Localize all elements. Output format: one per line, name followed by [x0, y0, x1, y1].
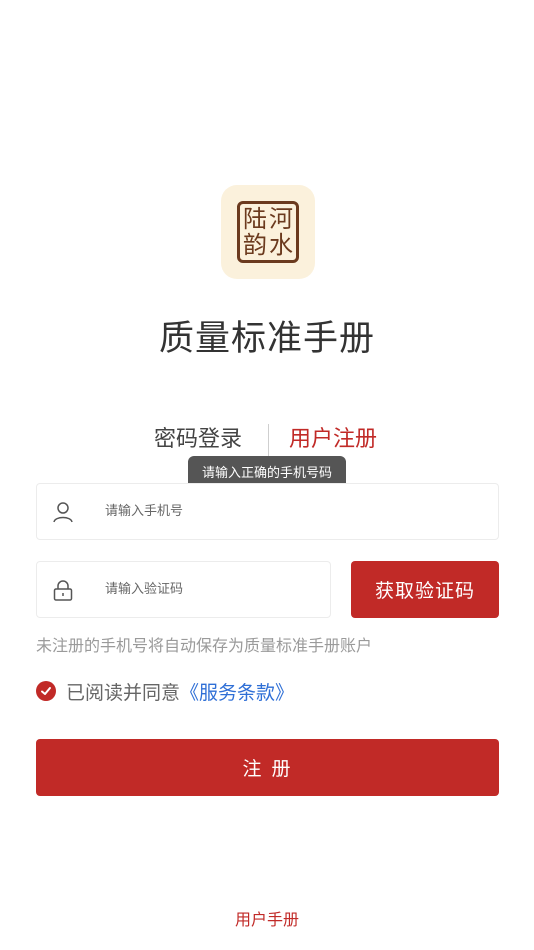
code-input[interactable]: [105, 562, 318, 617]
user-manual-link[interactable]: 用户手册: [0, 906, 534, 930]
seal-char: 陆: [243, 205, 267, 233]
phone-input[interactable]: [105, 484, 486, 539]
seal-char: 河: [269, 205, 293, 233]
seal-char: 韵: [243, 231, 267, 259]
code-field: [36, 561, 331, 618]
app-logo: 陆 河 韵 水: [221, 185, 315, 279]
lock-icon: [53, 580, 73, 601]
agreement-checkbox[interactable]: [36, 681, 56, 701]
tab-register[interactable]: 用户注册: [289, 422, 377, 458]
seal-char: 水: [269, 231, 293, 259]
app-title: 质量标准手册: [158, 319, 375, 359]
register-hint: 未注册的手机号将自动保存为质量标准手册账户: [36, 636, 373, 655]
user-icon: [53, 502, 73, 523]
login-tabs: 密码登录 用户注册: [0, 422, 534, 458]
register-button[interactable]: 注 册: [36, 739, 499, 796]
tab-divider: [268, 424, 269, 456]
agreement-row: 已阅读并同意 《服务条款》: [36, 676, 294, 706]
phone-field: [36, 483, 499, 540]
get-code-button[interactable]: 获取验证码: [351, 561, 499, 618]
terms-link[interactable]: 《服务条款》: [180, 678, 294, 705]
tab-password-login[interactable]: 密码登录: [154, 422, 242, 458]
agreement-text: 已阅读并同意: [66, 681, 181, 704]
seal-logo: 陆 河 韵 水: [237, 201, 299, 263]
check-icon: [41, 687, 51, 695]
